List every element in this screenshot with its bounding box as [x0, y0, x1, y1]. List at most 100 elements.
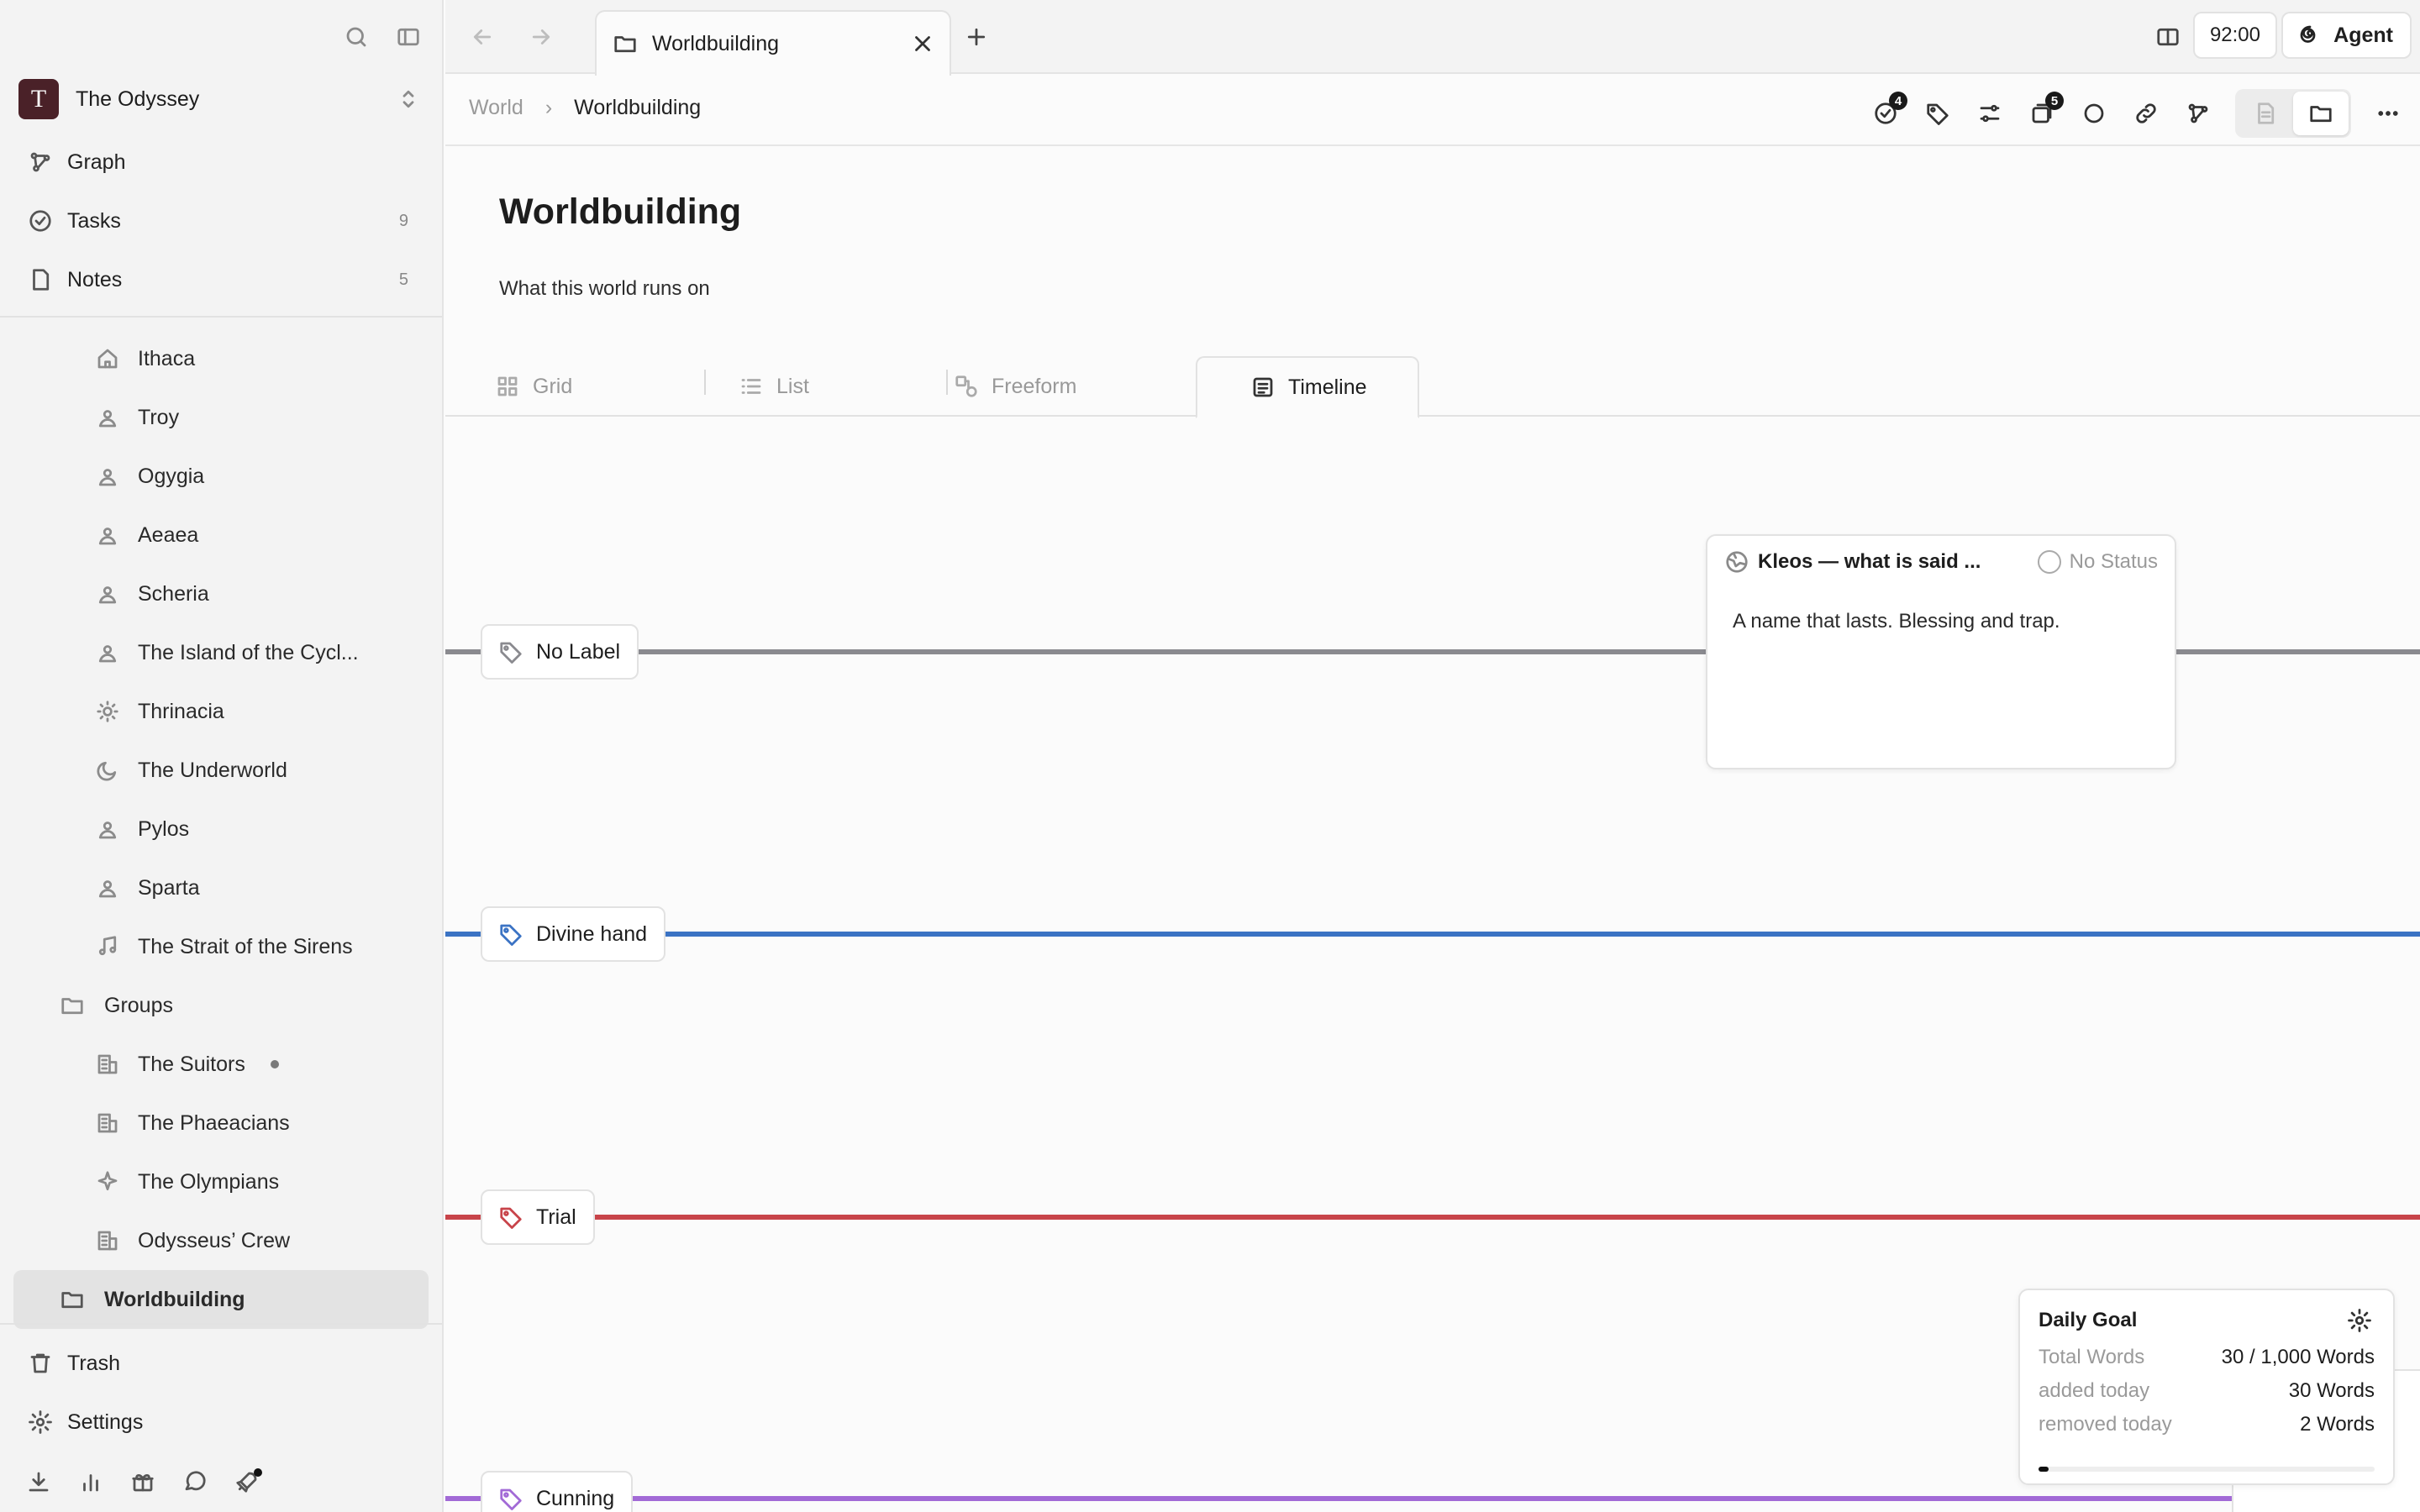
- tree-item-label: The Suitors: [138, 1052, 245, 1076]
- tag-icon: [496, 919, 526, 949]
- timeline-lane-label[interactable]: Cunning: [481, 1471, 634, 1512]
- nav-item-tasks[interactable]: Tasks 9: [13, 192, 429, 250]
- tree-item[interactable]: Scheria: [0, 564, 442, 623]
- agent-button[interactable]: Agent: [2281, 12, 2412, 59]
- tree-item[interactable]: Troy: [0, 388, 442, 447]
- back-arrow-icon[interactable]: [467, 22, 497, 52]
- breadcrumb-root[interactable]: World: [469, 96, 523, 120]
- page-tree: Ithaca Troy Ogygia Aeaea Scheria The Island o…: [0, 329, 442, 1329]
- tag-icon[interactable]: [1923, 98, 1953, 129]
- rocket-icon[interactable]: [232, 1467, 262, 1497]
- search-icon[interactable]: [341, 22, 371, 52]
- moon-icon: [92, 755, 123, 785]
- card-status[interactable]: No Status: [2037, 550, 2158, 574]
- tree-item[interactable]: The Strait of the Sirens: [0, 917, 442, 976]
- goal-row-key: removed today: [2039, 1413, 2172, 1436]
- tree-item-label: The Strait of the Sirens: [138, 934, 353, 958]
- location-icon: [92, 402, 123, 433]
- status-circle-icon[interactable]: [2079, 98, 2109, 129]
- tree-item[interactable]: Odysseus’ Crew: [0, 1211, 442, 1270]
- trash-icon: [25, 1348, 55, 1378]
- daily-goal-panel: Daily Goal Total Words 30 / 1,000 Words ad…: [2018, 1289, 2395, 1485]
- graph-icon[interactable]: [2183, 98, 2213, 129]
- tree-item[interactable]: Ogygia: [0, 447, 442, 506]
- tree-item-label: Ithaca: [138, 346, 196, 370]
- tree-item[interactable]: Groups: [0, 976, 442, 1035]
- document-view-icon[interactable]: [2238, 92, 2293, 135]
- tab-timeline[interactable]: Timeline: [1196, 356, 1419, 418]
- graph-icon: [25, 147, 55, 177]
- tasks-badge: 4: [1889, 92, 1907, 110]
- tree-item[interactable]: Aeaea: [0, 506, 442, 564]
- forward-arrow-icon[interactable]: [526, 22, 556, 52]
- tree-item[interactable]: The Phaeacians: [0, 1094, 442, 1152]
- header-bar: World › Worldbuilding 4 5: [445, 76, 2420, 146]
- tree-item[interactable]: Pylos: [0, 800, 442, 858]
- filter-sliders-icon[interactable]: [1975, 98, 2005, 129]
- link-icon[interactable]: [2131, 98, 2161, 129]
- gear-icon[interactable]: [2344, 1305, 2375, 1336]
- sidebar: T The Odyssey Graph Tasks 9 Notes 5 Ithaca Tr…: [0, 0, 444, 1512]
- download-icon[interactable]: [24, 1467, 54, 1497]
- location-icon: [92, 461, 123, 491]
- breadcrumb-current[interactable]: Worldbuilding: [574, 96, 701, 120]
- tab-freeform[interactable]: Freeform: [951, 356, 1076, 417]
- tree-item[interactable]: The Island of the Cycl...: [0, 623, 442, 682]
- goal-row: Total Words 30 / 1,000 Words: [2039, 1346, 2375, 1369]
- view-tab-label: Grid: [533, 374, 573, 398]
- lane-label-text: Trial: [536, 1205, 576, 1229]
- sparkle-icon: [92, 1167, 123, 1197]
- music-icon: [92, 932, 123, 962]
- close-icon[interactable]: [908, 29, 938, 59]
- home-icon: [92, 344, 123, 374]
- timer-display[interactable]: 92:00: [2192, 12, 2277, 59]
- workspace-switcher[interactable]: T The Odyssey: [18, 77, 424, 121]
- sidebar-toggle-icon[interactable]: [393, 22, 424, 52]
- tree-item[interactable]: The Olympians: [0, 1152, 442, 1211]
- plus-icon[interactable]: [961, 22, 992, 52]
- tasks-check-icon[interactable]: 4: [1870, 92, 1907, 129]
- cards-icon[interactable]: 5: [2027, 92, 2064, 129]
- gift-icon[interactable]: [128, 1467, 158, 1497]
- tree-item-label: The Underworld: [138, 758, 287, 782]
- nav-item-count: 9: [398, 211, 408, 230]
- goal-row: added today 30 Words: [2039, 1379, 2375, 1403]
- nav-item-notes[interactable]: Notes 5: [13, 250, 429, 309]
- chat-icon[interactable]: [180, 1467, 210, 1497]
- tab-list[interactable]: List: [736, 356, 809, 417]
- nav-item-trash[interactable]: Trash: [13, 1334, 429, 1393]
- tree-item[interactable]: Thrinacia: [0, 682, 442, 741]
- tree-item[interactable]: Ithaca: [0, 329, 442, 388]
- tree-item[interactable]: Worldbuilding: [13, 1270, 429, 1329]
- nav-item-settings[interactable]: Settings: [13, 1393, 429, 1452]
- folder-view-icon[interactable]: [2293, 92, 2349, 135]
- tree-item[interactable]: Sparta: [0, 858, 442, 917]
- document-tab[interactable]: Worldbuilding: [595, 10, 951, 76]
- timeline-card[interactable]: Kleos — what is said ... No Status A nam…: [1706, 534, 2176, 769]
- view-tabs: Grid List Freeform Timeline: [445, 356, 2420, 418]
- tag-icon: [496, 1483, 526, 1512]
- tree-item-label: Odysseus’ Crew: [138, 1228, 291, 1252]
- tab-grid[interactable]: Grid: [492, 356, 572, 417]
- sidebar-divider: [0, 1323, 442, 1325]
- page-description[interactable]: What this world runs on: [499, 277, 710, 301]
- card-body: A name that lasts. Blessing and trap.: [1733, 610, 2060, 633]
- tree-item[interactable]: The Underworld: [0, 741, 442, 800]
- gear-icon: [25, 1407, 55, 1437]
- goal-row-value: 30 / 1,000 Words: [2221, 1346, 2375, 1368]
- tab-separator: [946, 370, 948, 395]
- page-title[interactable]: Worldbuilding: [499, 192, 741, 233]
- folder-icon: [610, 29, 640, 59]
- stats-icon[interactable]: [76, 1467, 106, 1497]
- nav-item-graph[interactable]: Graph: [13, 133, 429, 192]
- status-circle-icon: [2037, 550, 2061, 574]
- timeline-lane-label[interactable]: Divine hand: [481, 906, 666, 962]
- globe-icon: [1724, 549, 1749, 575]
- split-view-icon[interactable]: [2153, 22, 2183, 52]
- timeline-lane-label[interactable]: Trial: [481, 1189, 595, 1245]
- tree-item[interactable]: The Suitors: [0, 1035, 442, 1094]
- location-icon: [92, 638, 123, 668]
- chevron-right-icon: ›: [544, 96, 553, 119]
- timeline-lane-label[interactable]: No Label: [481, 624, 639, 680]
- more-options-icon[interactable]: [2373, 98, 2403, 129]
